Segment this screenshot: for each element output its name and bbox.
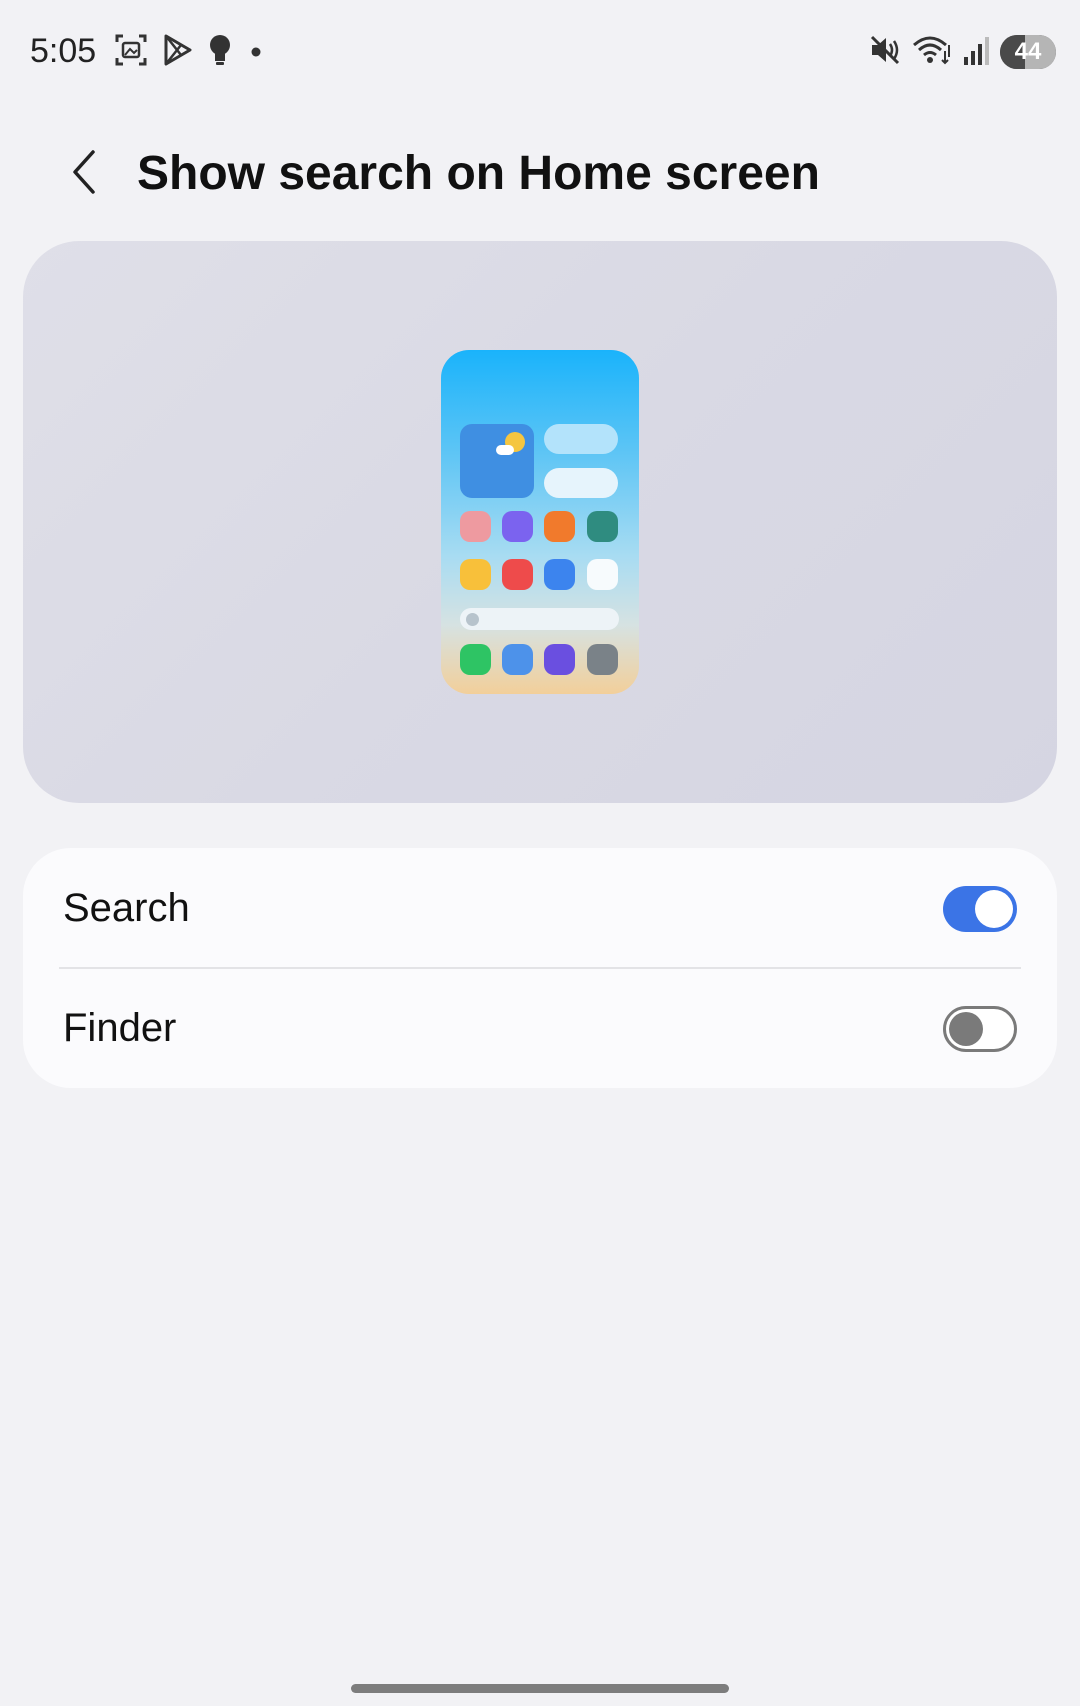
finder-toggle[interactable] — [943, 1006, 1017, 1052]
app-icon-preview — [587, 511, 618, 542]
search-bar-preview — [460, 608, 619, 630]
toggle-knob — [975, 890, 1013, 928]
battery-indicator: 44 — [1000, 35, 1056, 69]
app-icon-preview — [460, 511, 491, 542]
toggle-knob — [949, 1012, 983, 1046]
notification-dot-icon — [246, 33, 266, 72]
status-left-icons — [114, 34, 266, 70]
setting-label-finder: Finder — [63, 1006, 177, 1050]
app-icon-preview — [502, 559, 533, 590]
app-icon-preview — [587, 644, 618, 675]
weather-widget — [460, 424, 534, 498]
setting-row-search[interactable]: Search — [23, 848, 1057, 969]
app-icon-preview — [587, 559, 618, 590]
app-icon-preview — [502, 511, 533, 542]
lightbulb-icon — [208, 33, 232, 72]
app-icon-preview — [544, 511, 575, 542]
page-title: Show search on Home screen — [137, 147, 820, 200]
cloud-icon — [496, 445, 514, 455]
app-icon-preview — [544, 644, 575, 675]
app-icon-preview — [460, 559, 491, 590]
status-time: 5:05 — [30, 32, 97, 70]
header: Show search on Home screen — [0, 130, 1080, 220]
search-toggle[interactable] — [943, 886, 1017, 932]
widget-pill — [544, 468, 618, 498]
chevron-left-icon — [69, 148, 99, 201]
settings-card: Search Finder — [23, 848, 1057, 1088]
play-store-icon — [162, 33, 194, 72]
setting-row-finder[interactable]: Finder — [23, 968, 1057, 1088]
app-icon-preview — [460, 644, 491, 675]
setting-label-search: Search — [63, 886, 190, 930]
status-right-icons: 44 — [868, 34, 1056, 70]
app-icon-preview — [502, 644, 533, 675]
status-bar: 5:05 44 — [0, 0, 1080, 106]
app-icon-preview — [544, 559, 575, 590]
preview-card — [23, 241, 1057, 803]
mute-icon — [868, 33, 902, 72]
widget-pill — [544, 424, 618, 454]
signal-icon — [962, 33, 990, 72]
wifi-icon — [912, 33, 952, 72]
home-screen-phone-illustration — [441, 350, 639, 694]
screenshot-icon — [114, 33, 148, 72]
back-button[interactable] — [56, 146, 112, 202]
home-indicator[interactable] — [351, 1684, 729, 1693]
search-dot-icon — [466, 613, 479, 626]
battery-level: 44 — [1014, 38, 1042, 65]
